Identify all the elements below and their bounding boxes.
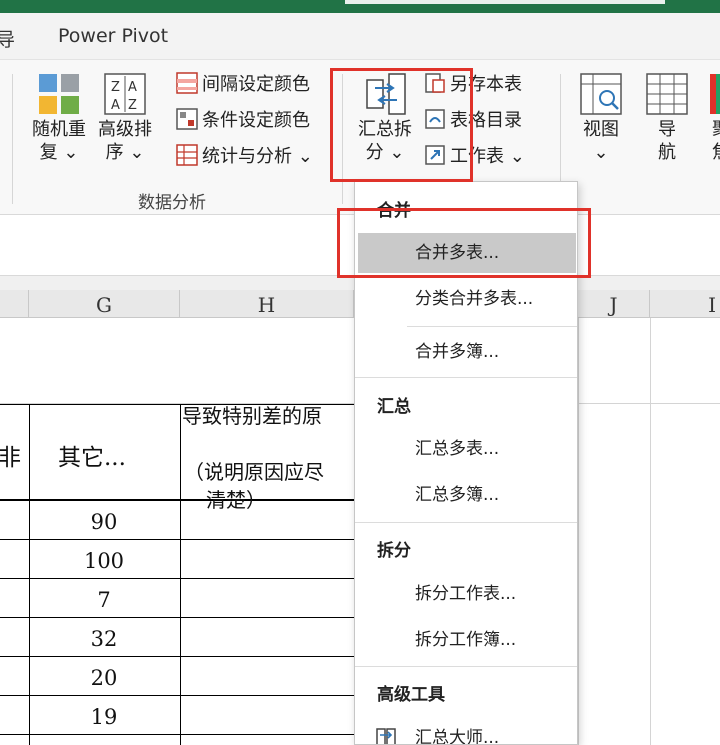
table-border (0, 499, 354, 501)
header-cell-h-line3: 清楚） (206, 488, 266, 512)
ribbon-separator (12, 74, 13, 204)
group-label-data-analysis: 数据分析 (138, 193, 206, 213)
navigate-label-1: 导 (658, 119, 676, 140)
view-label-2: ⌄ (593, 142, 609, 163)
svg-text:A: A (128, 80, 137, 95)
menu-separator (355, 522, 577, 523)
svg-text:A: A (111, 98, 120, 113)
table-border (0, 734, 354, 735)
menu-item-summary-master[interactable]: 汇总大师... (355, 718, 577, 744)
menu-item-split-workbook[interactable]: 拆分工作簿... (355, 620, 577, 660)
cell-g-value[interactable]: 90 (29, 510, 179, 534)
stats-icon (176, 144, 198, 166)
menu-section-advanced-tools: 高级工具 (377, 685, 445, 705)
menu-section-split: 拆分 (377, 541, 411, 561)
cell-g-value[interactable]: 19 (29, 705, 179, 729)
table-border (0, 656, 354, 657)
table-border (0, 539, 354, 540)
cell-g-value[interactable]: 7 (29, 588, 179, 612)
header-cell-partial: 非 (0, 445, 21, 471)
ribbon-tab-row: 导 Power Pivot (0, 13, 720, 59)
column-header-j[interactable]: J (578, 290, 650, 318)
stats-analysis-button[interactable]: 统计与分析 ⌄ (176, 140, 313, 170)
interval-color-button[interactable]: 间隔设定颜色 (176, 68, 310, 98)
condition-color-label: 条件设定颜色 (202, 110, 310, 131)
navigation-grid-icon (646, 73, 688, 115)
column-header-h[interactable]: H (180, 290, 354, 318)
menu-section-summary: 汇总 (377, 397, 411, 417)
menu-item-category-merge-sheets[interactable]: 分类合并多表... (355, 279, 577, 319)
svg-text:Z: Z (128, 98, 137, 113)
header-cell-h-line1: 导致特别差的原 (182, 404, 322, 428)
svg-text:Z: Z (111, 80, 120, 95)
focus-icon (710, 74, 720, 114)
tab-power-pivot[interactable]: Power Pivot (58, 25, 168, 47)
interval-color-icon (176, 72, 198, 94)
navigate-label-2: 航 (658, 142, 676, 163)
advanced-sort-label-2: 序 ⌄ (105, 142, 145, 163)
view-label-1: 视图 (583, 119, 619, 140)
random-repeat-button[interactable]: 随机重 复 ⌄ (28, 72, 90, 164)
highlight-box-merge-multi-sheets (337, 208, 591, 278)
advanced-sort-label-1: 高级排 (98, 119, 152, 140)
header-cell-h-line2: （说明原因应尽 (184, 460, 324, 484)
random-repeat-label-2: 复 ⌄ (39, 142, 79, 163)
column-header-g[interactable]: G (29, 290, 180, 318)
menu-item-split-worksheet[interactable]: 拆分工作表... (355, 574, 577, 614)
table-border (180, 404, 181, 745)
title-bar-highlight (345, 0, 665, 4)
table-border (29, 404, 30, 745)
column-header-k[interactable]: I (650, 290, 720, 318)
cell-g-value[interactable]: 32 (29, 627, 179, 651)
cell-g-value[interactable]: 100 (29, 549, 179, 573)
menu-item-merge-multi-books[interactable]: 合并多簿... (355, 332, 577, 372)
gridline (650, 318, 651, 745)
highlight-box-summarize-split (330, 68, 473, 182)
title-bar-strip (0, 0, 720, 13)
tiles-icon (39, 74, 79, 114)
header-cell-other: 其它... (58, 445, 126, 471)
table-border (0, 578, 354, 579)
tab-partial-left[interactable]: 导 (0, 25, 15, 52)
navigate-button[interactable]: 导 航 (640, 72, 694, 164)
menu-separator (355, 377, 577, 378)
focus-label-1: 聚 (704, 118, 720, 141)
table-border (0, 695, 354, 696)
view-icon (580, 73, 622, 115)
random-repeat-label-1: 随机重 (32, 119, 86, 140)
menu-separator (355, 666, 577, 667)
stats-analysis-label: 统计与分析 ⌄ (202, 146, 313, 167)
table-border (0, 617, 354, 618)
focus-button-partial[interactable]: 聚 焦 (704, 72, 720, 164)
cell-g-value[interactable]: 20 (29, 666, 179, 690)
column-header-f[interactable] (0, 290, 29, 318)
menu-item-summary-multi-sheets[interactable]: 汇总多表... (355, 429, 577, 469)
interval-color-label: 间隔设定颜色 (202, 74, 310, 95)
focus-label-2: 焦 (704, 141, 720, 164)
condition-color-icon (176, 108, 198, 130)
az-sort-icon: Z A A Z (104, 73, 146, 115)
condition-color-button[interactable]: 条件设定颜色 (176, 104, 310, 134)
menu-separator (407, 326, 577, 327)
advanced-sort-button[interactable]: Z A A Z 高级排 序 ⌄ (92, 72, 158, 164)
view-button[interactable]: 视图 ⌄ (572, 72, 630, 164)
gridline (578, 318, 579, 745)
menu-item-summary-multi-books[interactable]: 汇总多簿... (355, 475, 577, 515)
